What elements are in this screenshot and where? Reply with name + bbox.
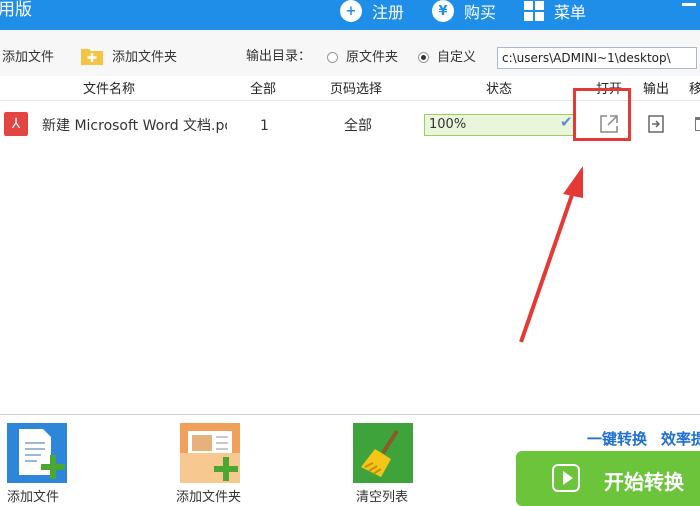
radio-custom-label: 自定义 — [437, 50, 477, 65]
add-file-big-label[interactable]: 添加文件 — [7, 490, 59, 506]
register-label: 注册 — [372, 3, 405, 22]
add-folder-big-icon[interactable] — [180, 423, 240, 483]
output-dir-label: 输出目录： — [246, 49, 312, 64]
file-name-cell: 新建 Microsoft Word 文档.pdf — [42, 118, 227, 134]
col-header-total: 全部 — [250, 82, 277, 97]
pdf-file-icon: ⅄ — [4, 112, 28, 136]
annotation-arrow-icon — [519, 166, 583, 343]
radio-source-folder[interactable] — [327, 52, 338, 63]
col-header-export: 输出 — [643, 82, 670, 97]
efficiency-link[interactable]: 效率提 — [661, 428, 700, 449]
check-icon: ✔ — [560, 113, 573, 131]
one-click-convert-link[interactable]: 一键转换 — [587, 428, 647, 449]
buy-label: 购买 — [464, 3, 497, 22]
minimize-icon[interactable] — [682, 3, 696, 6]
yen-icon: ¥ — [432, 0, 454, 22]
add-folder-icon[interactable] — [80, 46, 104, 66]
output-path-field[interactable]: c:\users\ADMINI~1\desktop\ — [497, 47, 697, 69]
export-file-icon[interactable] — [648, 115, 664, 133]
buy-button[interactable]: ¥ 购买 — [432, 0, 496, 22]
user-add-icon: + — [340, 0, 362, 22]
clear-list-broom-icon[interactable] — [353, 423, 413, 483]
menu-label: 菜单 — [554, 3, 587, 22]
open-highlight-box — [573, 88, 631, 141]
menu-grid-icon — [524, 1, 544, 21]
col-header-page-select: 页码选择 — [330, 82, 383, 97]
start-convert-label: 开始转换 — [604, 470, 684, 494]
add-file-link[interactable]: 添加文件 — [2, 50, 54, 66]
bottom-divider — [0, 414, 700, 415]
radio-source-label: 原文件夹 — [346, 50, 399, 65]
register-button[interactable]: + 注册 — [340, 0, 404, 22]
start-convert-button[interactable]: 开始转换 — [516, 451, 700, 506]
app-title: 用版 — [0, 0, 32, 20]
title-bar: 用版 + 注册 ¥ 购买 菜单 — [0, 0, 700, 30]
col-header-name: 文件名称 — [83, 82, 136, 97]
progress-bar: 100% — [424, 114, 574, 136]
radio-custom[interactable] — [418, 52, 429, 63]
add-folder-big-label[interactable]: 添加文件夹 — [176, 490, 241, 506]
play-icon — [552, 464, 580, 492]
total-pages-cell: 1 — [260, 118, 269, 134]
col-header-status: 状态 — [486, 82, 513, 97]
add-file-big-icon[interactable] — [7, 423, 67, 483]
remove-icon[interactable] — [695, 117, 700, 131]
col-header-move: 移 — [689, 82, 700, 97]
add-folder-link[interactable]: 添加文件夹 — [112, 50, 177, 66]
menu-button[interactable]: 菜单 — [524, 0, 586, 22]
clear-list-label[interactable]: 清空列表 — [356, 490, 408, 506]
page-select-cell[interactable]: 全部 — [344, 117, 372, 135]
